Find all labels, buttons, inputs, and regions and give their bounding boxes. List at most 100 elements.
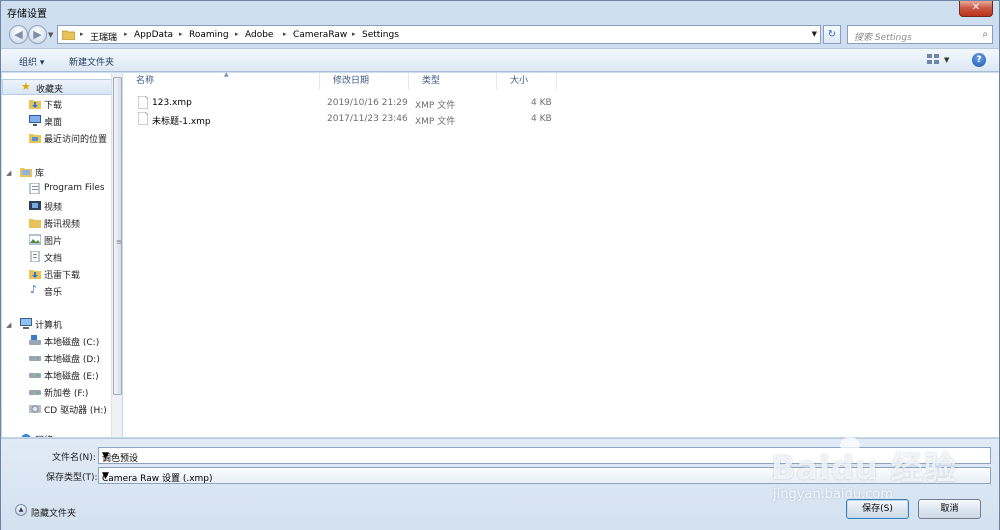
- nav-item-drive-h[interactable]: CD 驱动器 (H:): [2, 401, 112, 417]
- documents-icon: [30, 251, 40, 262]
- address-bar[interactable]: ▸ 王瑞瑞 ▸ AppData ▸ Roaming ▸ Adobe ▸ Came…: [57, 25, 821, 44]
- breadcrumb-adobe[interactable]: Adobe: [245, 30, 273, 40]
- forward-button[interactable]: ▶: [28, 25, 47, 44]
- breadcrumb-separator-icon[interactable]: ▸: [124, 30, 128, 38]
- file-size: 4 KB: [531, 98, 552, 108]
- organize-menu[interactable]: 组织 ▾: [19, 55, 44, 68]
- nav-item-thunder-downloads[interactable]: 迅雷下载: [2, 266, 112, 282]
- nav-item-drive-d[interactable]: 本地磁盘 (D:): [2, 350, 112, 366]
- nav-item-desktop[interactable]: 桌面: [2, 113, 112, 129]
- nav-item-videos[interactable]: 视频: [2, 198, 112, 214]
- nav-item-documents[interactable]: 文档: [2, 249, 112, 265]
- hard-drive-icon: [29, 390, 41, 395]
- hard-drive-icon: [29, 356, 41, 361]
- file-date: 2019/10/16 21:29: [327, 98, 408, 108]
- filetype-select[interactable]: Camera Raw 设置 (.xmp) ▼: [98, 467, 991, 484]
- refresh-icon: ↻: [827, 29, 837, 40]
- view-options-icon[interactable]: [927, 54, 939, 64]
- nav-item-label: 本地磁盘 (E:): [44, 372, 99, 382]
- file-row[interactable]: 123.xmp 2019/10/16 21:29 XMP 文件 4 KB: [135, 95, 595, 111]
- nav-item-drive-e[interactable]: 本地磁盘 (E:): [2, 367, 112, 383]
- column-name-label: 名称: [136, 76, 155, 86]
- cancel-button[interactable]: 取消: [918, 499, 981, 519]
- recent-pages-dropdown-icon[interactable]: ▼: [48, 31, 53, 39]
- nav-favorites-label: 收藏夹: [36, 85, 64, 95]
- file-row[interactable]: 未标题-1.xmp 2017/11/23 23:46 XMP 文件 4 KB: [135, 111, 595, 127]
- navigation-pane: ★ 收藏夹 下载 桌面 最近访问的位置 ◢ 库 Program Files 视频: [2, 73, 122, 437]
- breadcrumb-separator-icon[interactable]: ▸: [283, 30, 287, 38]
- column-header-type[interactable]: 类型: [409, 73, 497, 90]
- grip-icon: ≡: [116, 238, 122, 246]
- search-icon[interactable]: ⌕: [982, 29, 988, 40]
- breadcrumb-roaming[interactable]: Roaming: [189, 30, 229, 40]
- recent-places-icon: [29, 134, 41, 143]
- breadcrumb-appdata[interactable]: AppData: [134, 30, 173, 40]
- close-button[interactable]: ✕: [959, 1, 993, 17]
- nav-item-drive-c[interactable]: 本地磁盘 (C:): [2, 333, 112, 349]
- search-placeholder: 搜索 Settings: [854, 33, 912, 43]
- nav-network[interactable]: 网络: [2, 431, 112, 437]
- nav-computer-label: 计算机: [35, 321, 63, 331]
- command-toolbar: 组织 ▾ 新建文件夹 ▼ ?: [1, 48, 999, 72]
- nav-item-program-files[interactable]: Program Files: [2, 181, 112, 197]
- hard-drive-icon: [29, 373, 41, 378]
- nav-item-pictures[interactable]: 图片: [2, 232, 112, 248]
- nav-favorites[interactable]: ★ 收藏夹: [2, 79, 112, 95]
- breadcrumb-separator-icon[interactable]: ▸: [80, 30, 84, 38]
- nav-item-label: 下载: [44, 101, 63, 111]
- column-header-size[interactable]: 大小: [497, 73, 557, 90]
- breadcrumb-settings[interactable]: Settings: [362, 30, 399, 40]
- breadcrumb-separator-icon[interactable]: ▸: [179, 30, 183, 38]
- nav-libraries[interactable]: 库: [2, 164, 112, 180]
- breadcrumb-separator-icon[interactable]: ▸: [352, 30, 356, 38]
- breadcrumb-cameraraw[interactable]: CameraRaw: [293, 30, 347, 40]
- file-size: 4 KB: [531, 114, 552, 124]
- nav-item-downloads[interactable]: 下载: [2, 96, 112, 112]
- nav-scroll-thumb[interactable]: ≡: [113, 77, 122, 395]
- filename-input[interactable]: 调色预设 ▼: [98, 447, 991, 464]
- nav-item-label: 新加卷 (F:): [44, 389, 89, 399]
- nav-item-music[interactable]: ♪ 音乐: [2, 283, 112, 299]
- hide-folders-toggle[interactable]: ▲: [15, 504, 27, 516]
- hide-folders-label[interactable]: 隐藏文件夹: [31, 506, 76, 519]
- address-dropdown-icon[interactable]: ▼: [812, 30, 817, 38]
- new-folder-button[interactable]: 新建文件夹: [69, 55, 114, 68]
- refresh-button[interactable]: ↻: [823, 25, 841, 44]
- computer-icon: [20, 318, 32, 329]
- filename-dropdown-icon[interactable]: ▼: [102, 451, 987, 461]
- forward-arrow-icon: ▶: [33, 28, 42, 41]
- column-type-label: 类型: [422, 76, 441, 86]
- nav-item-recent-places[interactable]: 最近访问的位置: [2, 130, 112, 146]
- back-button[interactable]: ◀: [9, 25, 28, 44]
- nav-item-label: Program Files: [44, 183, 105, 193]
- title-bar[interactable]: 存储设置 ✕: [1, 1, 999, 21]
- nav-scrollbar[interactable]: ≡: [111, 73, 122, 437]
- nav-item-tencent-video[interactable]: 腾讯视频: [2, 215, 112, 231]
- view-dropdown-icon[interactable]: ▼: [944, 56, 949, 64]
- filename-label: 文件名(N):: [52, 453, 96, 463]
- search-input[interactable]: 搜索 Settings ⌕: [847, 25, 993, 44]
- help-button[interactable]: ?: [972, 53, 986, 67]
- close-icon: ✕: [971, 2, 981, 13]
- column-header-date[interactable]: 修改日期: [320, 73, 409, 90]
- nav-item-label: 音乐: [44, 288, 63, 298]
- nav-item-drive-f[interactable]: 新加卷 (F:): [2, 384, 112, 400]
- help-icon: ?: [976, 55, 982, 65]
- file-icon: [138, 112, 148, 125]
- nav-item-label: 本地磁盘 (C:): [44, 338, 100, 348]
- breadcrumb-separator-icon[interactable]: ▸: [235, 30, 239, 38]
- nav-item-label: 本地磁盘 (D:): [44, 355, 100, 365]
- nav-libraries-label: 库: [35, 169, 45, 179]
- music-note-icon: ♪: [30, 283, 38, 296]
- column-header-name[interactable]: 名称: [123, 73, 320, 90]
- nav-network-label: 网络: [35, 433, 53, 437]
- filetype-dropdown-icon[interactable]: ▼: [102, 471, 987, 481]
- breadcrumb-user[interactable]: 王瑞瑞: [90, 30, 117, 43]
- nav-computer[interactable]: 计算机: [2, 316, 112, 332]
- column-size-label: 大小: [510, 76, 529, 86]
- chevron-up-icon: ▲: [18, 506, 24, 513]
- save-options-panel: 文件名(N): 调色预设 ▼ 保存类型(T): Camera Raw 设置 (.…: [1, 438, 999, 530]
- file-name: 未标题-1.xmp: [152, 117, 211, 127]
- save-button[interactable]: 保存(S): [846, 499, 909, 519]
- save-dialog: 存储设置 ✕ ◀ ▶ ▼ ▸ 王瑞瑞 ▸ AppData ▸ Roaming ▸…: [0, 0, 1000, 530]
